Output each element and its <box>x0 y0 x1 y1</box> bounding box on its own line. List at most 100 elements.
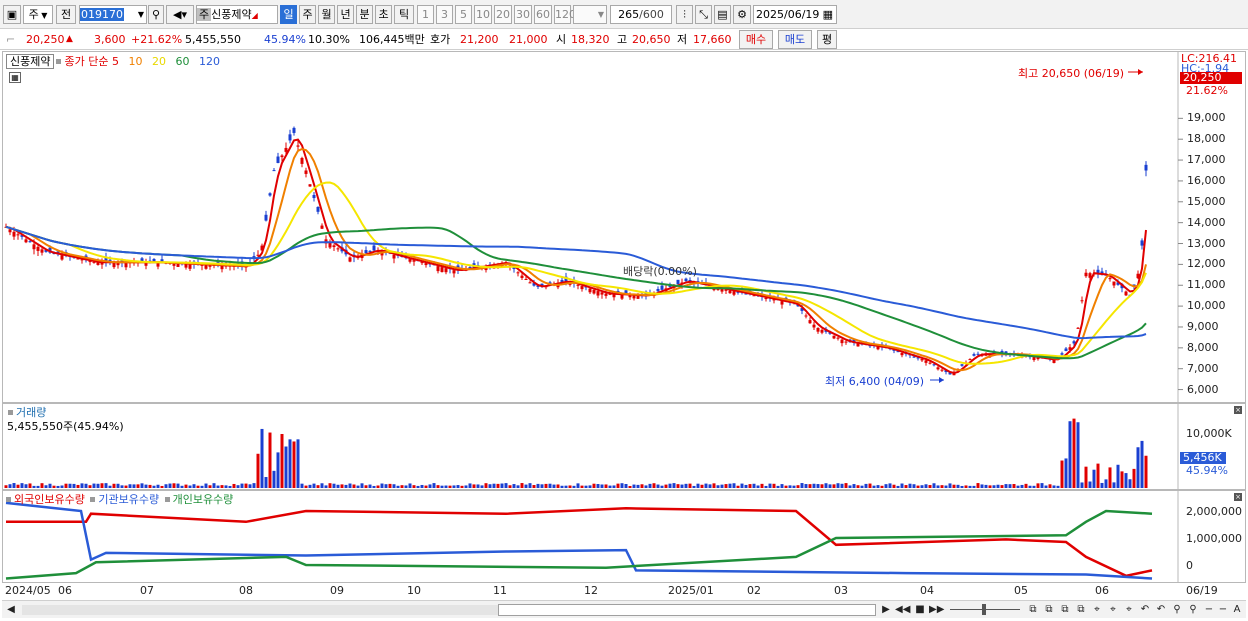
minus-icon[interactable]: − <box>1202 603 1216 617</box>
y-tick-label: 6,000 <box>1187 382 1219 396</box>
minus-icon[interactable]: − <box>1216 603 1230 617</box>
y-tick-label: 9,000 <box>1187 319 1219 333</box>
candle <box>288 134 292 141</box>
candle <box>1060 353 1064 355</box>
volume-bar <box>1132 468 1136 488</box>
legend-marker <box>56 59 62 64</box>
close-icon[interactable]: × <box>1234 406 1242 414</box>
volume-bar <box>940 485 944 488</box>
zoom-slider-handle[interactable] <box>982 604 986 615</box>
volume-bar <box>732 483 736 488</box>
candle <box>804 315 808 317</box>
cross-icon[interactable]: ⌖ <box>1122 603 1136 617</box>
volume-bar <box>276 452 280 488</box>
volume-bar <box>456 485 460 488</box>
candle <box>320 225 324 229</box>
volume-bar <box>396 485 400 488</box>
candle <box>1140 240 1144 246</box>
x-label: 2024/05 <box>5 584 51 597</box>
candle <box>836 337 840 339</box>
layout-icon[interactable]: ⧉ <box>1074 603 1088 617</box>
volume-bar <box>744 484 748 488</box>
candle <box>960 364 964 366</box>
volume-bar <box>476 484 480 488</box>
scroll-track[interactable] <box>22 605 498 615</box>
candle <box>936 367 940 370</box>
candle <box>972 354 976 356</box>
x-label: 11 <box>493 584 507 597</box>
volume-bar <box>156 484 160 488</box>
table-icon[interactable]: ▦ <box>9 72 21 83</box>
rewind-icon[interactable]: ◀◀ <box>895 603 910 617</box>
volume-bar <box>272 470 276 488</box>
search-icon[interactable]: ⚲ <box>1170 603 1184 617</box>
stop-icon[interactable]: ■ <box>913 603 927 617</box>
candle <box>1076 327 1080 329</box>
volume-bar <box>508 485 512 488</box>
legend-stock-name[interactable]: 신풍제약 <box>6 54 55 69</box>
candle <box>596 291 600 296</box>
volume-bar <box>580 485 584 488</box>
volume-bar <box>124 485 128 488</box>
volume-bar <box>228 485 232 488</box>
close-icon[interactable]: × <box>1234 493 1242 501</box>
volume-bar <box>548 483 552 488</box>
zoom-in-icon[interactable]: ⚲ <box>1186 603 1200 617</box>
volume-bar <box>612 485 616 488</box>
volume-bar <box>1096 463 1100 488</box>
volume-bar <box>412 485 416 488</box>
legend-institution: 기관보유수량 <box>98 493 160 506</box>
font-size-icon[interactable]: A <box>1230 603 1244 617</box>
candle <box>580 286 584 290</box>
volume-bar <box>556 484 560 488</box>
volume-bar <box>576 483 580 488</box>
volume-bar <box>280 433 284 488</box>
volume-bar <box>764 485 768 488</box>
volume-bar <box>1024 483 1028 488</box>
volume-value: 5,455,550주(45.94%) <box>7 420 124 433</box>
volume-bar <box>440 485 444 488</box>
undo-icon[interactable]: ↶ <box>1138 603 1152 617</box>
x-label: 09 <box>330 584 344 597</box>
cross-icon[interactable]: ⌖ <box>1106 603 1120 617</box>
volume-bar <box>584 485 588 488</box>
volume-bar <box>1032 485 1036 488</box>
cross-icon[interactable]: ⌖ <box>1090 603 1104 617</box>
chart-scrollbar[interactable]: ◀ ▶ ◀◀ ■ ▶▶ ⧉ ⧉ ⧉ ⧉ ⌖ ⌖ ⌖ ↶ ↶ ⚲ ⚲ − − A <box>2 600 1246 618</box>
candle <box>292 127 296 133</box>
volume-bar <box>40 483 44 488</box>
volume-bar <box>80 483 84 488</box>
volume-bar <box>932 483 936 488</box>
candle <box>392 254 396 259</box>
candle <box>296 145 300 147</box>
undo-icon[interactable]: ↶ <box>1154 603 1168 617</box>
volume-bar <box>700 484 704 488</box>
y-tick-label: 8,000 <box>1187 340 1219 354</box>
volume-bar <box>680 484 684 488</box>
stock-chart[interactable] <box>0 0 1248 621</box>
volume-bar <box>352 484 356 488</box>
volume-bar <box>400 485 404 488</box>
volume-bar <box>912 484 916 488</box>
fast-forward-icon[interactable]: ▶▶ <box>929 603 944 617</box>
play-icon[interactable]: ▶ <box>879 603 893 617</box>
volume-bar <box>240 483 244 488</box>
candle <box>336 248 340 250</box>
candle <box>424 263 428 266</box>
volume-bar <box>304 485 308 488</box>
candle <box>1088 273 1092 278</box>
candle <box>264 214 268 221</box>
volume-bar <box>368 484 372 488</box>
candle <box>8 229 12 233</box>
scroll-left-icon[interactable]: ◀ <box>4 603 18 617</box>
scroll-thumb[interactable] <box>498 604 876 616</box>
volume-bar <box>288 439 292 488</box>
layout-icon[interactable]: ⧉ <box>1042 603 1056 617</box>
layout-icon[interactable]: ⧉ <box>1026 603 1040 617</box>
volume-bar <box>792 485 796 488</box>
layout-icon[interactable]: ⧉ <box>1058 603 1072 617</box>
candle <box>516 272 520 274</box>
volume-bar <box>1108 467 1112 488</box>
volume-bar <box>152 485 156 488</box>
candle <box>940 369 944 371</box>
